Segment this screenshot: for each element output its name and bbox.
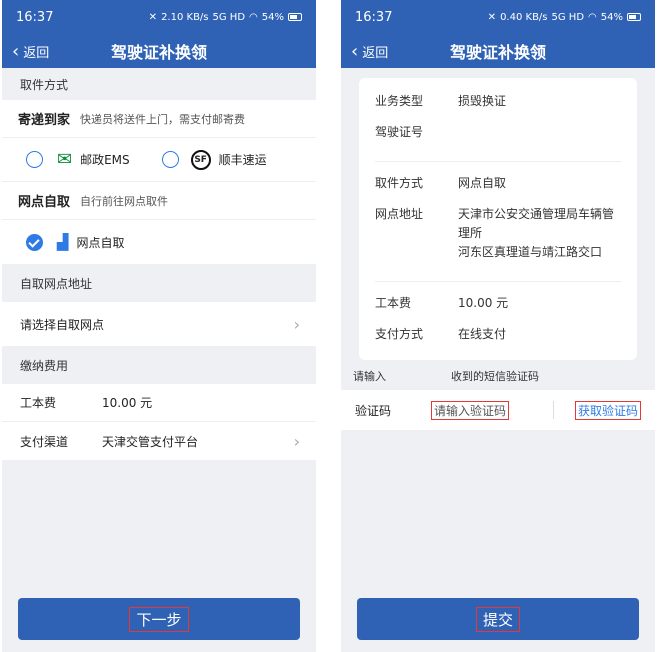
fee-value: 10.00 元 [458,296,509,310]
self-pickup-option[interactable]: ▟ 网点自取 [2,220,316,264]
next-button-label: 下一步 [129,606,189,632]
mute-icon: ✕ [487,11,497,23]
section-pickup-method: 取件方式 [2,68,316,100]
self-pickup-title: 网点自取 [18,195,71,210]
sms-hint: 请输入 收到的短信验证码 [341,360,655,390]
license-no-row: 驾驶证号 [375,117,621,148]
pay-channel-label: 支付渠道 [20,434,69,449]
status-bar: 16:37 ✕ 2.10 KB/s 5G HD ◠ 54% [2,0,316,34]
license-no-label: 驾驶证号 [375,125,424,139]
chevron-left-icon: ‹ [12,40,20,62]
sf-logo-icon: SF [190,149,211,170]
fee-row: 工本费 10.00 元 [375,288,621,319]
wifi-icon: ◠ [588,11,597,23]
battery-text: 54% [600,11,623,23]
chevron-right-icon: › [293,314,300,334]
wifi-icon: ◠ [249,11,258,23]
section-pickup-address: 自取网点地址 [2,264,316,302]
chevron-right-icon: › [293,431,300,451]
sms-hint-prefix: 请输入 [353,370,386,383]
ems-logo-icon: ✉ [57,149,73,170]
back-button[interactable]: ‹ 返回 [351,41,388,62]
pay-method-value: 在线支付 [458,327,507,341]
back-label: 返回 [362,45,389,61]
select-pickup-point[interactable]: 请选择自取网点 › [2,302,316,346]
verification-row: 验证码 请输入验证码 获取验证码 [341,390,655,430]
self-pickup-desc: 自行前往网点取件 [80,194,169,208]
self-pickup-radio[interactable] [26,233,43,251]
status-time: 16:37 [16,9,54,25]
pay-channel-row[interactable]: 支付渠道 天津交管支付平台 › [2,422,316,460]
next-button[interactable]: 下一步 [18,598,300,640]
mute-icon: ✕ [148,11,158,23]
self-pickup-label[interactable]: 网点自取 [77,234,125,251]
battery-icon [627,13,641,21]
self-pickup-header: 网点自取 自行前往网点取件 [2,182,316,220]
network-speed: 0.40 KB/s [500,11,548,23]
pickup-label: 取件方式 [375,176,424,190]
nav-bar: ‹ 返回 驾驶证补换领 [341,34,655,68]
address-label: 网点地址 [375,207,424,221]
chevron-left-icon: ‹ [351,40,359,62]
pay-channel-value: 天津交管支付平台 [102,434,199,449]
address-line: 河东区真理道与靖江路交口 [458,245,603,259]
pickup-row: 取件方式 网点自取 [375,168,621,199]
get-code-button[interactable]: 获取验证码 [574,400,641,420]
sms-hint-text: 收到的短信验证码 [451,370,539,383]
delivery-option-header: 寄递到家 快递员将送件上门，需支付邮寄费 [2,100,316,138]
battery-text: 54% [261,11,284,23]
network-speed: 2.10 KB/s [161,11,209,23]
sf-label[interactable]: 顺丰速运 [219,151,267,168]
pickup-value: 网点自取 [458,176,507,190]
address-row: 网点地址 天津市公安交通管理局车辆管 理所 河东区真理道与靖江路交口 [375,199,621,268]
divider [375,268,621,282]
code-label: 验证码 [355,403,392,418]
status-bar: 16:37 ✕ 0.40 KB/s 5G HD ◠ 54% [341,0,655,34]
back-label: 返回 [23,45,50,61]
address-line: 理所 [458,226,483,240]
fee-label: 工本费 [375,296,412,310]
business-type-label: 业务类型 [375,94,424,108]
fee-row: 工本费 10.00 元 [2,384,316,422]
delivery-title: 寄递到家 [18,113,71,128]
fee-label: 工本费 [20,396,57,410]
sf-radio[interactable] [161,151,179,168]
nav-bar: ‹ 返回 驾驶证补换领 [2,34,316,68]
code-input[interactable]: 请输入验证码 [431,400,510,420]
divider [375,148,621,162]
business-type-value: 损毁换证 [458,94,507,108]
code-divider [553,401,555,419]
business-type-row: 业务类型 损毁换证 [375,82,621,117]
submit-button-label: 提交 [475,606,520,632]
delivery-desc: 快递员将送件上门，需支付邮寄费 [80,112,246,126]
battery-icon [288,13,302,21]
signal-icon: 5G HD [212,11,246,23]
left-screen: 16:37 ✕ 2.10 KB/s 5G HD ◠ 54% ‹ 返回 驾驶证补换… [2,0,316,652]
building-icon: ▟ [57,233,69,251]
select-pickup-label: 请选择自取网点 [20,317,105,332]
section-fee: 缴纳费用 [2,346,316,384]
fee-value: 10.00 元 [102,396,153,410]
status-icons: ✕ 0.40 KB/s 5G HD ◠ 54% [488,12,641,23]
status-icons: ✕ 2.10 KB/s 5G HD ◠ 54% [149,12,302,23]
summary-card: 业务类型 损毁换证 驾驶证号 取件方式 网点自取 网点地址 天津市公安交通管理局… [359,78,637,360]
pay-method-label: 支付方式 [375,327,424,341]
signal-icon: 5G HD [551,11,585,23]
status-time: 16:37 [355,9,393,25]
back-button[interactable]: ‹ 返回 [12,41,49,62]
courier-options: ✉ 邮政EMS SF 顺丰速运 [2,138,316,182]
ems-radio[interactable] [26,151,43,168]
address-value: 天津市公安交通管理局车辆管 理所 河东区真理道与靖江路交口 [458,205,621,262]
right-screen: 16:37 ✕ 0.40 KB/s 5G HD ◠ 54% ‹ 返回 驾驶证补换… [341,0,655,652]
submit-button[interactable]: 提交 [357,598,639,640]
pay-method-row: 支付方式 在线支付 [375,319,621,356]
address-line: 天津市公安交通管理局车辆管 [458,207,615,221]
ems-label[interactable]: 邮政EMS [80,151,130,168]
